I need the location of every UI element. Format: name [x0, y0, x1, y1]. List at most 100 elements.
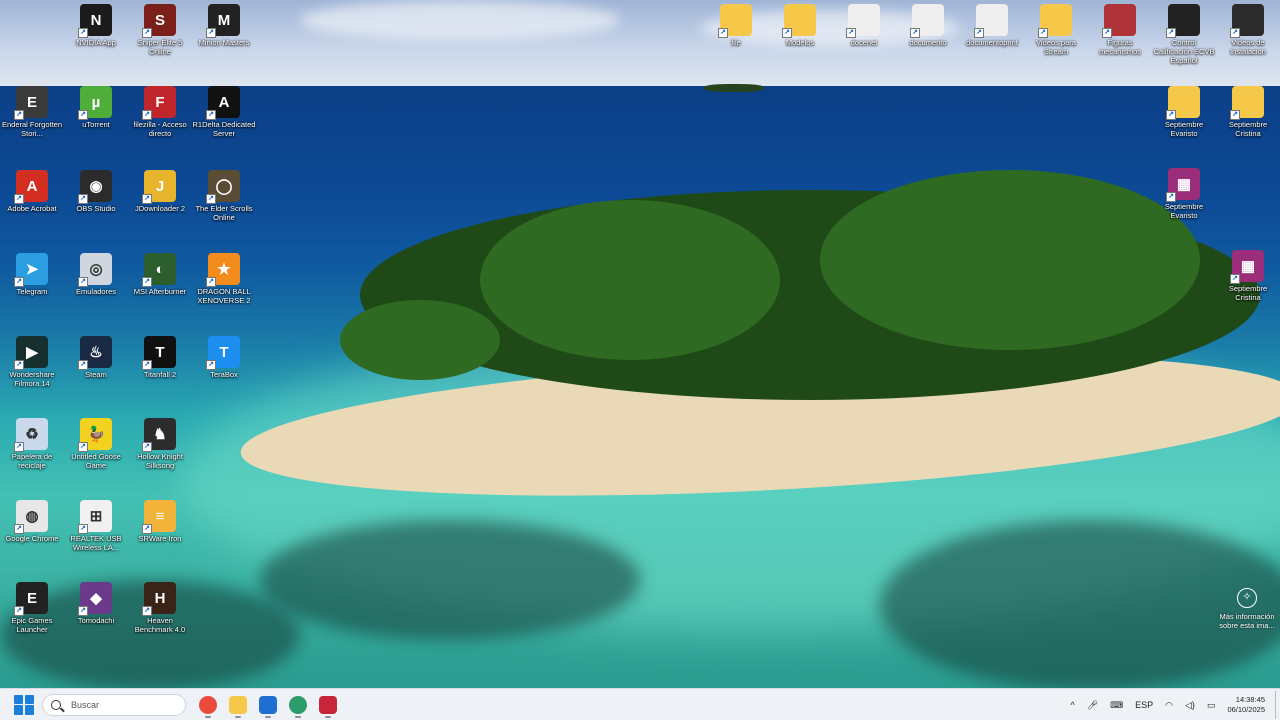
- shortcut-arrow-icon: ↗: [910, 28, 920, 38]
- shortcut-arrow-icon: ↗: [718, 28, 728, 38]
- shortcut-arrow-icon: ↗: [14, 442, 24, 452]
- keyboard-icon[interactable]: ⌨: [1110, 700, 1123, 711]
- taskbar-app-app[interactable]: [314, 691, 342, 719]
- desktop-icon[interactable]: ≡ ↗ SRWare Iron: [128, 500, 192, 578]
- shortcut-arrow-icon: ↗: [78, 110, 88, 120]
- app-icon: N ↗: [78, 4, 112, 38]
- desktop-icon[interactable]: ↗ Videos de Instalacion: [1216, 4, 1280, 82]
- desktop-icon[interactable]: ♻ ↗ Papelera de reciclaje: [0, 418, 64, 496]
- info-icon: ✧: [1237, 588, 1257, 608]
- desktop-icon-label: Adobe Acrobat: [7, 204, 57, 213]
- app-icon: ➤ ↗: [14, 253, 48, 287]
- desktop-icon[interactable]: E ↗ Epic Games Launcher: [0, 582, 64, 660]
- desktop-icon[interactable]: ⊞ ↗ REALTEK USB Wireless LA...: [64, 500, 128, 578]
- shortcut-arrow-icon: ↗: [142, 194, 152, 204]
- desktop-icon[interactable]: T ↗ Titanfall 2: [128, 336, 192, 414]
- desktop-icon[interactable]: µ ↗ uTorrent: [64, 86, 128, 164]
- shortcut-arrow-icon: ↗: [1166, 28, 1176, 38]
- desktop-icon-label: documentoprint: [966, 38, 1018, 47]
- chrome-icon: [199, 695, 217, 714]
- desktop-icon[interactable]: ↗ docenet: [832, 4, 896, 82]
- desktop-icon[interactable]: ◉ ↗ OBS Studio: [64, 170, 128, 248]
- desktop-icon-label: TeraBox: [210, 370, 238, 379]
- desktop-icon[interactable]: ◯ ↗ The Elder Scrolls Online: [192, 170, 256, 248]
- app-icon: ▦ ↗: [1230, 250, 1264, 284]
- desktop-icon[interactable]: J ↗ JDownloader 2: [128, 170, 192, 248]
- desktop-icon[interactable]: ◐ ↗ MSI Afterburner: [128, 253, 192, 331]
- desktop-icon[interactable]: ↗ Septiembre Evaristo: [1152, 86, 1216, 164]
- desktop-icon[interactable]: N ↗ NVIDIA App: [64, 4, 128, 82]
- app-icon: ♻ ↗: [14, 418, 48, 452]
- app-icon: ↗: [1166, 86, 1200, 120]
- desktop-icon[interactable]: ↗ file: [704, 4, 768, 82]
- taskbar-app-edge[interactable]: [284, 691, 312, 719]
- desktop-icon[interactable]: ↗ documento: [896, 4, 960, 82]
- desktop-icon[interactable]: ↗ Videos para Stream: [1024, 4, 1088, 82]
- desktop-icon-label: Epic Games Launcher: [11, 616, 53, 634]
- shortcut-arrow-icon: ↗: [14, 110, 24, 120]
- desktop-icon[interactable]: T ↗ TeraBox: [192, 336, 256, 414]
- volume-icon[interactable]: ◁): [1185, 700, 1195, 711]
- app-icon: ♨ ↗: [78, 336, 112, 370]
- app-icon: F ↗: [142, 86, 176, 120]
- shortcut-arrow-icon: ↗: [206, 360, 216, 370]
- desktop-icon[interactable]: ↗ Modelos: [768, 4, 832, 82]
- wifi-icon[interactable]: ◠: [1165, 700, 1173, 711]
- wallpaper-reef: [260, 520, 640, 640]
- desktop-icon[interactable]: ◆ ↗ Tomodachi: [64, 582, 128, 660]
- shortcut-arrow-icon: ↗: [1102, 28, 1112, 38]
- battery-icon[interactable]: ▭: [1207, 700, 1216, 711]
- desktop-icon[interactable]: H ↗ Heaven Benchmark 4.0: [128, 582, 192, 660]
- image-info-widget[interactable]: ✧ Más información sobre esta ima...: [1214, 588, 1280, 630]
- desktop-icon[interactable]: ♞ ↗ Hollow Knight Silksong: [128, 418, 192, 496]
- desktop-icon[interactable]: S ↗ Sniper Elite 5 Online: [128, 4, 192, 82]
- desktop-icon[interactable]: ↗ Control Calificación ECVB Español: [1152, 4, 1216, 82]
- system-tray: ^ 🎤︎ ⌨ ESP ◠ ◁) ▭ 14:38:45 06/10/2025: [1064, 689, 1280, 720]
- show-desktop-button[interactable]: [1275, 691, 1278, 719]
- shortcut-arrow-icon: ↗: [78, 194, 88, 204]
- desktop-icon[interactable]: ↗ Septiembre Cristina: [1216, 86, 1280, 164]
- taskbar-app-file-explorer[interactable]: [224, 691, 252, 719]
- app-icon: ◎ ↗: [78, 253, 112, 287]
- taskbar-app-store[interactable]: [254, 691, 282, 719]
- running-indicator: [235, 715, 241, 718]
- desktop-icon[interactable]: ▦ ↗ Septiembre Cristina: [1216, 250, 1280, 328]
- microphone-icon[interactable]: 🎤︎: [1087, 700, 1098, 711]
- desktop-icon[interactable]: ★ ↗ DRAGON BALL XENOVERSE 2: [192, 253, 256, 331]
- start-button[interactable]: [14, 694, 34, 715]
- desktop-icon[interactable]: ↗ documentoprint: [960, 4, 1024, 82]
- desktop-icon[interactable]: ▶ ↗ Wondershare Filmora 14: [0, 336, 64, 414]
- app-icon: T ↗: [142, 336, 176, 370]
- desktop-icon[interactable]: M ↗ Minion Masters: [192, 4, 256, 82]
- running-indicator: [205, 715, 211, 718]
- app-icon: µ ↗: [78, 86, 112, 120]
- desktop-icon[interactable]: A ↗ R1Delta Dedicated Server: [192, 86, 256, 164]
- desktop-icon-label: Untitled Goose Game: [71, 452, 121, 470]
- shortcut-arrow-icon: ↗: [846, 28, 856, 38]
- language-indicator[interactable]: ESP: [1135, 700, 1153, 710]
- desktop-icon[interactable]: E ↗ Enderal Forgotten Stori...: [0, 86, 64, 164]
- desktop-icon[interactable]: ◍ ↗ Google Chrome: [0, 500, 64, 578]
- tray-chevron-icon[interactable]: ^: [1070, 700, 1074, 710]
- taskbar-app-chrome[interactable]: [194, 691, 222, 719]
- desktop-icon-label: OBS Studio: [76, 204, 116, 213]
- clock-date: 06/10/2025: [1227, 705, 1265, 714]
- app-icon: ◆ ↗: [78, 582, 112, 616]
- shortcut-arrow-icon: ↗: [142, 277, 152, 287]
- desktop-icon[interactable]: A ↗ Adobe Acrobat: [0, 170, 64, 248]
- desktop-icon[interactable]: ↗ Figuras mecanismos: [1088, 4, 1152, 82]
- clock[interactable]: 14:38:45 06/10/2025: [1227, 695, 1265, 715]
- desktop-icon[interactable]: 🦆 ↗ Untitled Goose Game: [64, 418, 128, 496]
- shortcut-arrow-icon: ↗: [142, 360, 152, 370]
- app-icon: ≡ ↗: [142, 500, 176, 534]
- desktop-icon-label: R1Delta Dedicated Server: [192, 120, 256, 138]
- search-box[interactable]: Buscar: [42, 693, 186, 716]
- desktop-icon[interactable]: ➤ ↗ Telegram: [0, 253, 64, 331]
- desktop-icon-label: Modelos: [785, 38, 815, 47]
- shortcut-arrow-icon: ↗: [142, 442, 152, 452]
- shortcut-arrow-icon: ↗: [78, 442, 88, 452]
- desktop-icon[interactable]: ◎ ↗ Emuladores: [64, 253, 128, 331]
- desktop-icon[interactable]: ▦ ↗ Septiembre Evaristo: [1152, 168, 1216, 246]
- desktop-icon[interactable]: F ↗ filezilla - Acceso directo: [128, 86, 192, 164]
- desktop-icon[interactable]: ♨ ↗ Steam: [64, 336, 128, 414]
